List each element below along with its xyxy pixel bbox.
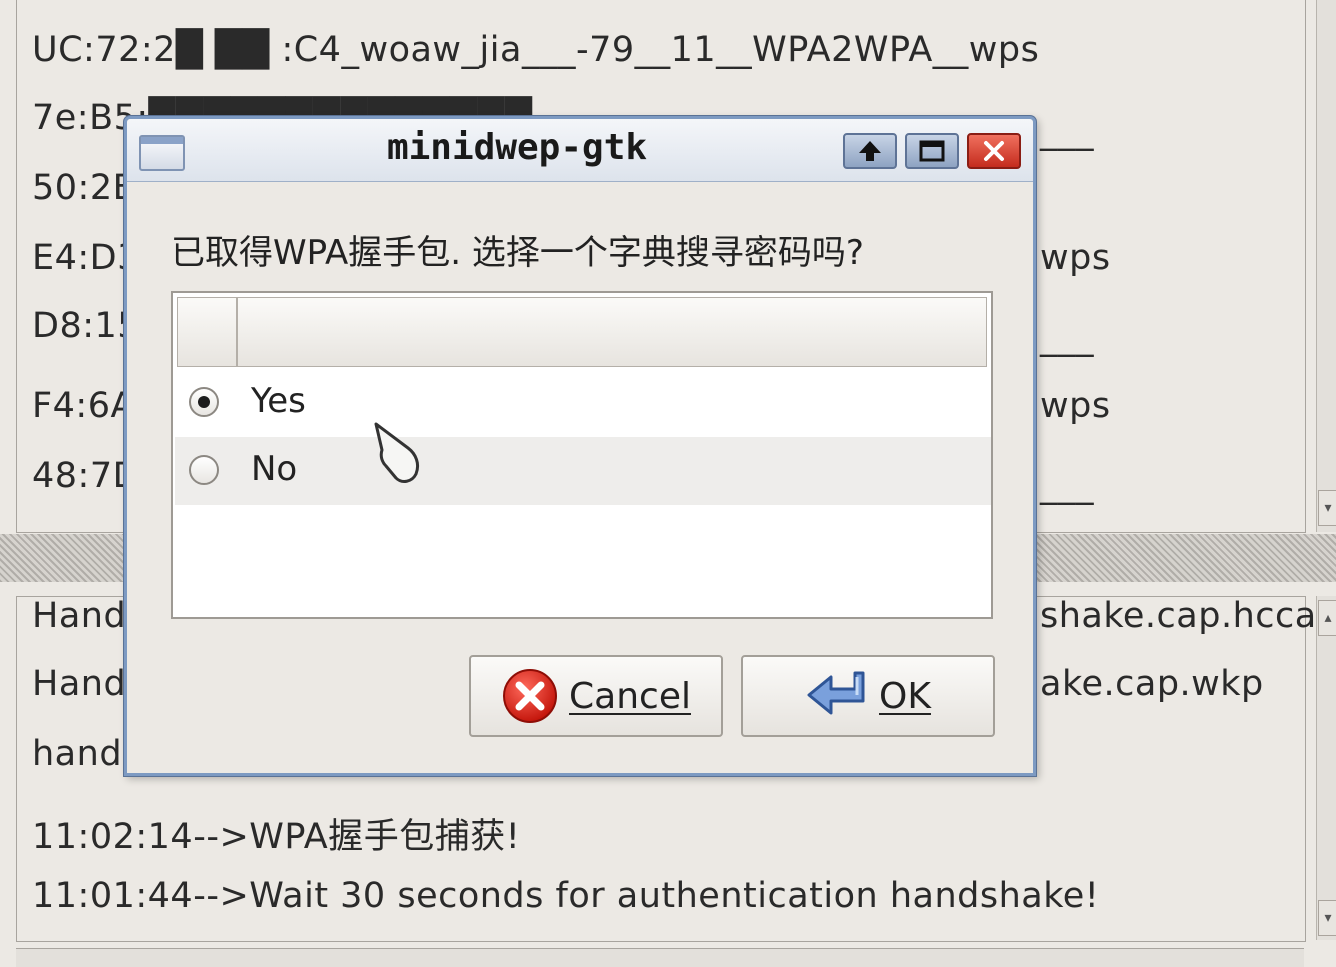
cancel-label: Cancel [569, 675, 691, 717]
arrow-up-icon [859, 141, 881, 161]
network-row-suffix: ___ [1040, 112, 1094, 152]
log-line: 11:02:14-->WPA握手包捕获! [32, 817, 521, 857]
log-scrollbar[interactable] [1316, 596, 1336, 940]
dialog-title: minidwep-gtk [386, 127, 648, 168]
scroll-up-arrow-icon[interactable]: ▴ [1318, 600, 1336, 636]
maximize-icon [919, 140, 945, 162]
column-header[interactable] [237, 297, 987, 367]
network-row[interactable]: F4:6A [32, 386, 135, 426]
option-row-no[interactable]: No [175, 437, 991, 505]
log-line: Hand [32, 596, 127, 636]
cancel-icon [503, 669, 558, 723]
radio-yes[interactable] [189, 387, 219, 417]
scroll-down-arrow-icon[interactable]: ▾ [1318, 900, 1336, 936]
log-line: hand [32, 734, 123, 774]
status-bar [16, 948, 1304, 967]
confirm-dialog: minidwep-gtk 已取得WPA握手包. 选择一个字典搜寻密码吗? Yes… [124, 116, 1036, 776]
log-line: 11:01:44-->Wait 30 seconds for authentic… [32, 876, 1100, 916]
option-row-yes[interactable]: Yes [175, 369, 991, 437]
option-label: No [251, 449, 298, 489]
log-line-suffix: ake.cap.wkp [1040, 664, 1264, 704]
choice-list[interactable]: Yes No [171, 291, 993, 619]
mouse-pointer-icon [374, 422, 420, 483]
ok-button[interactable]: OK [741, 655, 995, 737]
log-line: Hand [32, 664, 127, 704]
cancel-button[interactable]: Cancel [469, 655, 723, 737]
enter-arrow-icon [807, 671, 865, 715]
list-scrollbar[interactable] [1316, 0, 1336, 532]
maximize-button[interactable] [905, 133, 959, 169]
network-row-suffix: ___ [1040, 318, 1094, 358]
radio-no[interactable] [189, 455, 219, 485]
scroll-down-arrow-icon[interactable]: ▾ [1318, 490, 1336, 526]
ok-label: OK [879, 675, 931, 717]
network-row-suffix: wps [1040, 386, 1111, 426]
close-button[interactable] [967, 133, 1021, 169]
network-row-suffix: wps [1040, 238, 1111, 278]
log-line-suffix: shake.cap.hcca [1040, 596, 1317, 636]
column-header[interactable] [177, 297, 237, 367]
dialog-titlebar[interactable]: minidwep-gtk [127, 119, 1033, 182]
dialog-prompt: 已取得WPA握手包. 选择一个字典搜寻密码吗? [171, 233, 864, 273]
option-label: Yes [251, 381, 306, 421]
close-icon [984, 141, 1004, 161]
network-row[interactable]: 50:2B [32, 168, 137, 208]
list-header [177, 297, 987, 367]
network-row-suffix: ___ [1040, 466, 1094, 506]
shade-button[interactable] [843, 133, 897, 169]
network-row[interactable]: UC:72:2█ ██ :C4_woaw_jia___-79__11__WPA2… [32, 30, 1039, 70]
